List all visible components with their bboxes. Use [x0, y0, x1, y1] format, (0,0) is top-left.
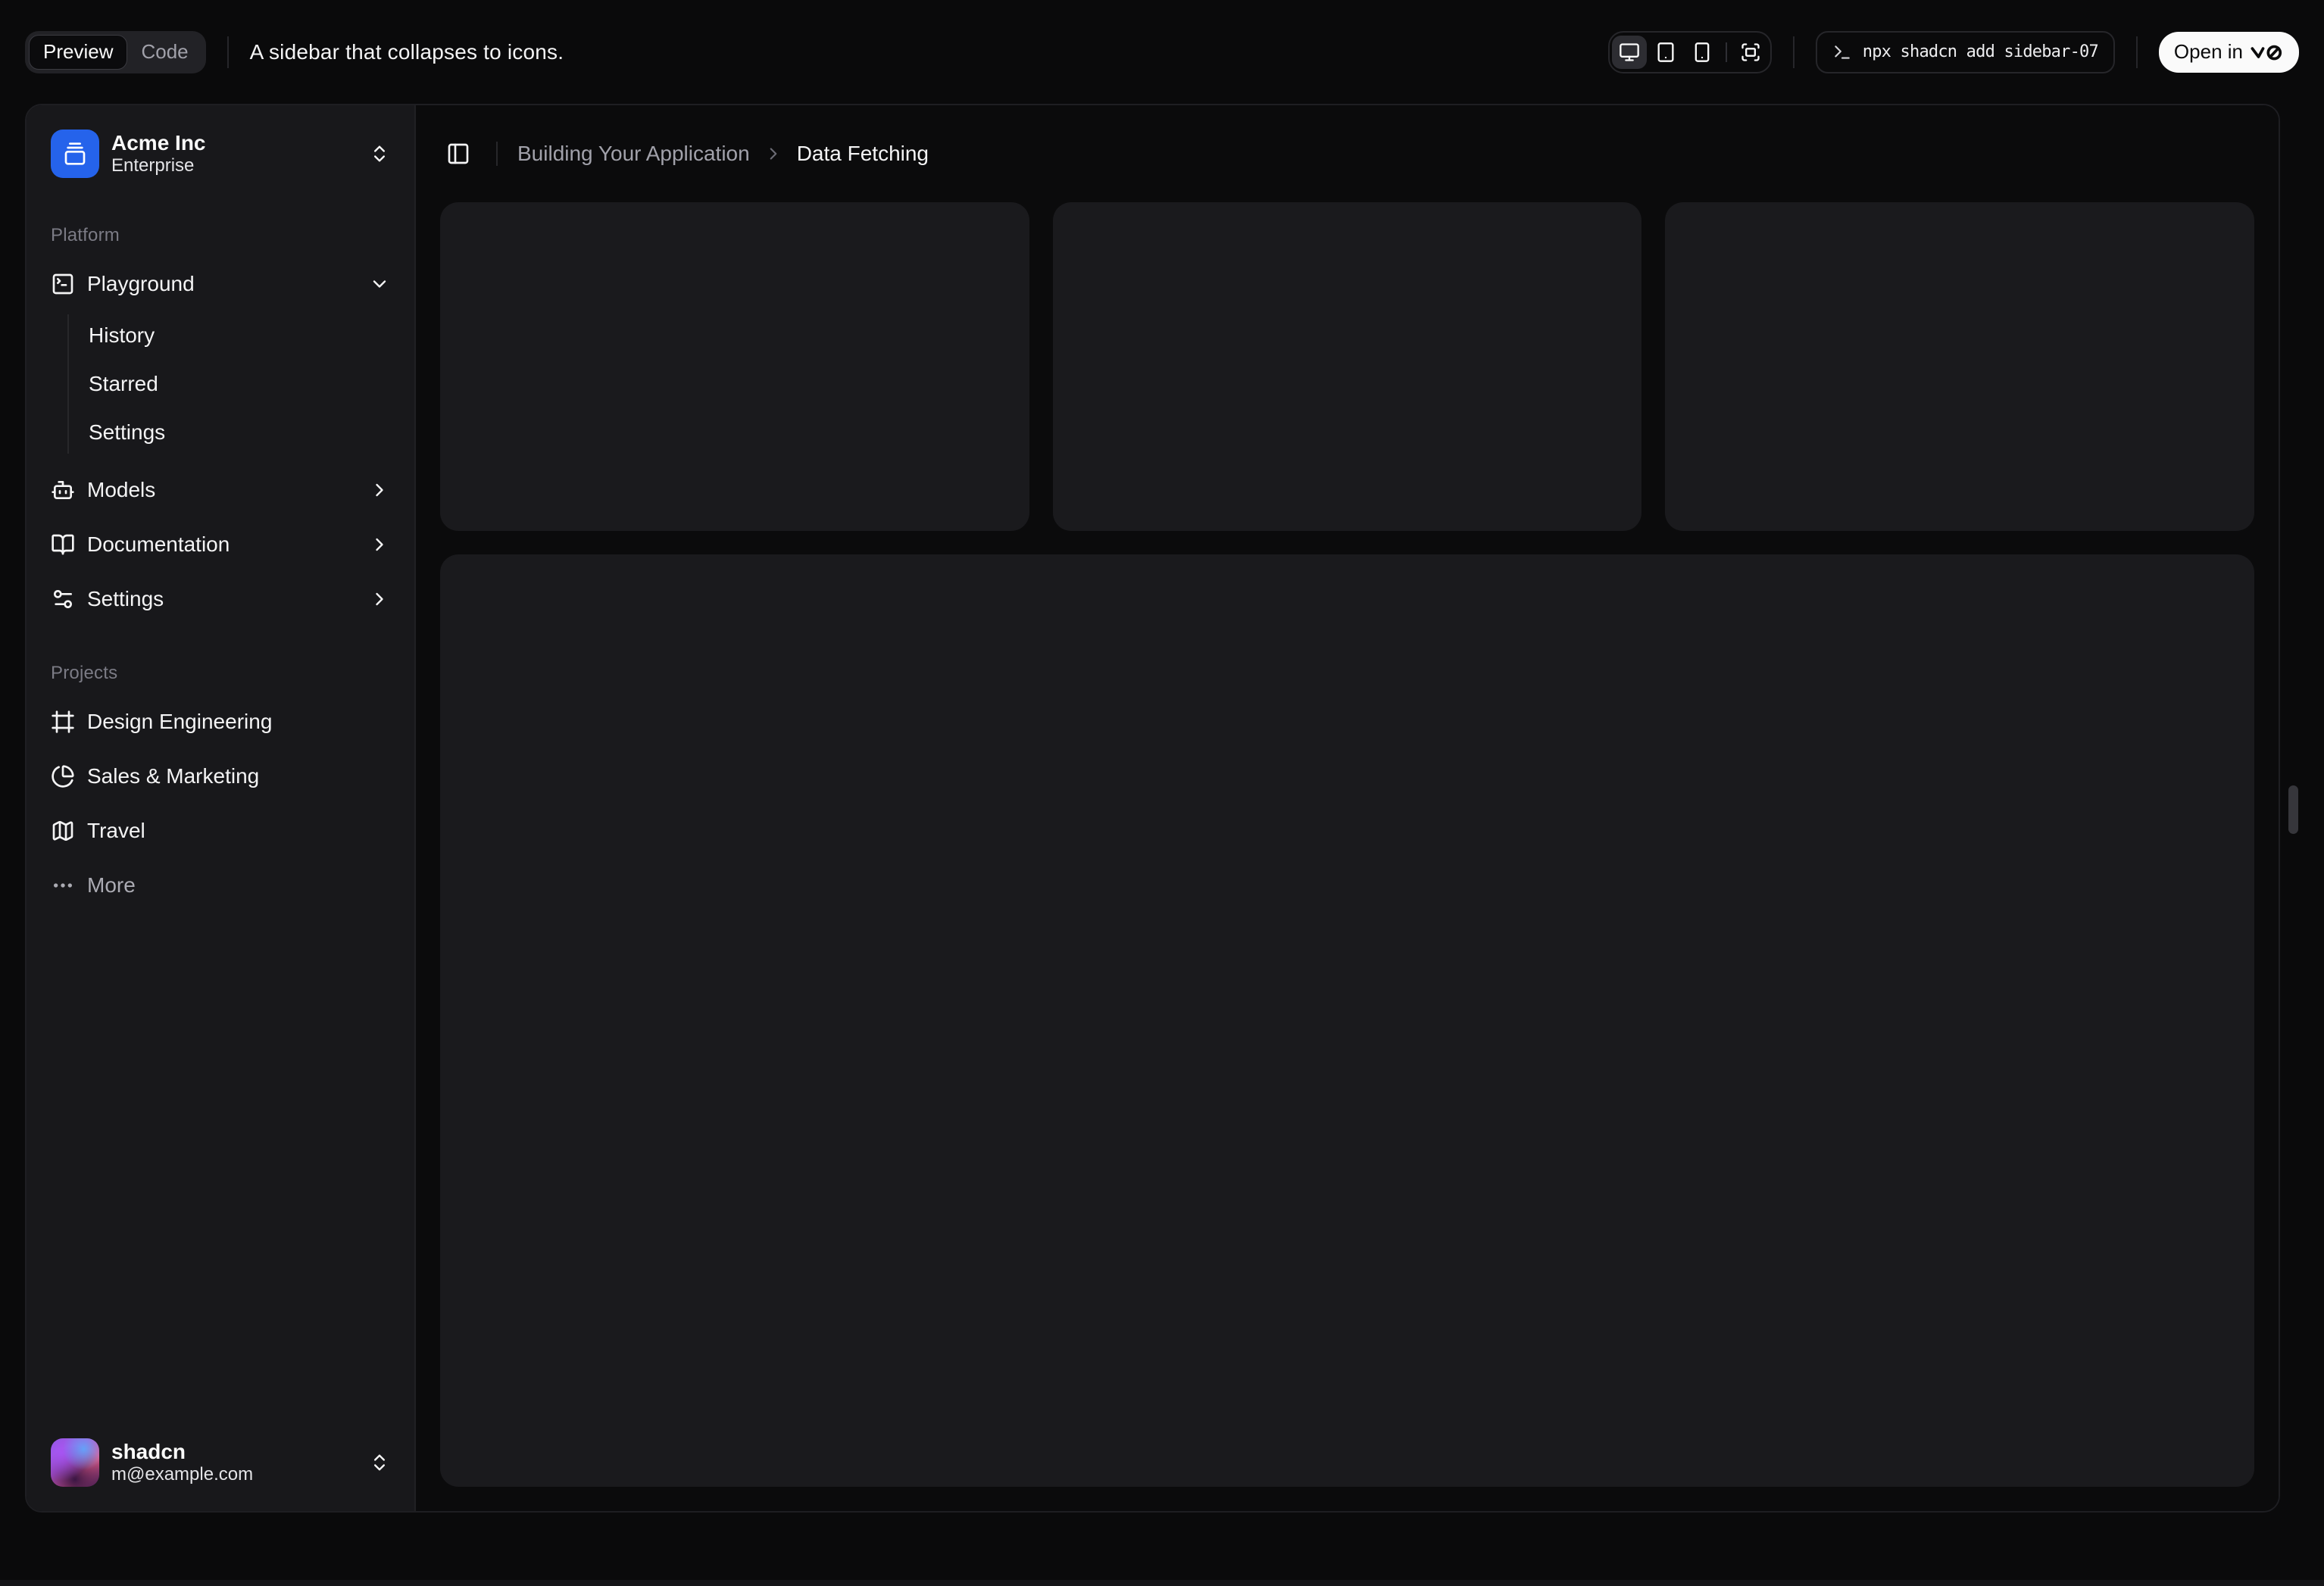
sidebar-subitem-starred[interactable]: Starred: [77, 363, 402, 405]
mobile-view-button[interactable]: [1685, 36, 1720, 69]
toolbar-separator: [1792, 36, 1795, 68]
sidebar-group-platform: Platform Playground History Starred Sett…: [39, 211, 402, 623]
code-tab[interactable]: Code: [127, 35, 201, 70]
placeholder-card: [1052, 202, 1642, 531]
tablet-view-button[interactable]: [1648, 36, 1683, 69]
fullscreen-icon: [1740, 42, 1761, 63]
device-size-toggle-group: [1607, 30, 1772, 73]
frame-icon: [51, 710, 75, 734]
chevron-right-icon: [369, 479, 390, 501]
avatar: [51, 1438, 99, 1487]
panel-left-icon: [446, 142, 470, 166]
team-name: Acme Inc: [111, 131, 206, 155]
group-label-platform: Platform: [51, 225, 120, 245]
monitor-icon: [1619, 42, 1640, 63]
chevrons-up-down-icon: [369, 1452, 390, 1473]
chart-pie-icon: [51, 764, 75, 788]
smartphone-icon: [1691, 42, 1713, 63]
gallery-vertical-end-icon: [63, 142, 87, 166]
device-group-separator: [1725, 42, 1727, 62]
view-mode-toggle: Preview Code: [25, 30, 206, 73]
block-description: A sidebar that collapses to icons.: [249, 39, 564, 64]
user-name: shadcn: [111, 1440, 186, 1464]
chevron-right-icon: [764, 144, 783, 164]
main-inset: Building Your Application Data Fetching: [416, 105, 2279, 1511]
component-preview: Acme Inc Enterprise Platform Playground: [25, 104, 2280, 1513]
sidebar-item-documentation[interactable]: Documentation: [39, 520, 402, 569]
sidebar-item-label: Sales & Marketing: [87, 764, 260, 788]
ellipsis-icon: [51, 873, 75, 898]
toolbar-right: npx shadcn add sidebar-07 Open in: [1607, 30, 2299, 73]
team-logo: [51, 130, 99, 178]
settings-2-icon: [51, 587, 75, 611]
sidebar-footer: shadcn m@example.com: [27, 1414, 414, 1511]
toolbar-separator: [2135, 36, 2138, 68]
toolbar-separator: [226, 36, 229, 68]
sidebar-header: Acme Inc Enterprise: [27, 105, 414, 190]
sidebar-group-projects: Projects Design Engineering Sales & Mark…: [39, 649, 402, 910]
sidebar-item-label: Models: [87, 478, 156, 501]
fullscreen-button[interactable]: [1733, 36, 1768, 69]
sidebar-item-label: Travel: [87, 819, 145, 842]
sidebar-item-design-engineering[interactable]: Design Engineering: [39, 698, 402, 746]
breadcrumb-current-page: Data Fetching: [796, 142, 929, 165]
sidebar-item-label: Settings: [87, 587, 164, 610]
sidebar-content: Platform Playground History Starred Sett…: [27, 190, 414, 1414]
team-plan: Enterprise: [111, 155, 195, 176]
copy-command-button[interactable]: npx shadcn add sidebar-07: [1815, 30, 2115, 73]
team-info: Acme Inc Enterprise: [111, 130, 206, 176]
command-text: npx shadcn add sidebar-07: [1862, 42, 2099, 61]
chevron-down-icon: [369, 273, 390, 295]
chevrons-up-down-icon: [369, 143, 390, 164]
page-bottom-edge: [0, 1580, 2324, 1586]
chevron-right-icon: [369, 534, 390, 555]
chevron-right-icon: [369, 589, 390, 610]
sidebar-item-playground[interactable]: Playground: [39, 260, 402, 308]
sidebar-item-sales-marketing[interactable]: Sales & Marketing: [39, 752, 402, 801]
placeholder-cards-row: [440, 202, 2254, 531]
v0-logo-icon: [2251, 43, 2284, 61]
placeholder-panel: [440, 554, 2254, 1487]
sidebar-item-models[interactable]: Models: [39, 466, 402, 514]
main-header: Building Your Application Data Fetching: [416, 105, 2279, 202]
bot-icon: [51, 478, 75, 502]
book-open-icon: [51, 532, 75, 557]
open-in-v0-button[interactable]: Open in: [2158, 31, 2299, 73]
sidebar-item-label: Playground: [87, 272, 195, 295]
page-scrollbar-thumb[interactable]: [2288, 785, 2298, 834]
user-email: m@example.com: [111, 1464, 254, 1485]
placeholder-card: [440, 202, 1029, 531]
header-separator: [496, 142, 498, 166]
sidebar-item-settings[interactable]: Settings: [39, 575, 402, 623]
desktop-view-button[interactable]: [1611, 35, 1647, 69]
playground-submenu: History Starred Settings: [67, 314, 402, 454]
user-info: shadcn m@example.com: [111, 1439, 253, 1485]
sidebar-subitem-history[interactable]: History: [77, 314, 402, 357]
square-terminal-icon: [51, 272, 75, 296]
main-content: [416, 202, 2279, 1511]
app-sidebar: Acme Inc Enterprise Platform Playground: [27, 105, 416, 1511]
placeholder-card: [1665, 202, 2254, 531]
breadcrumb-link[interactable]: Building Your Application: [517, 142, 750, 166]
sidebar-subitem-settings[interactable]: Settings: [77, 411, 402, 454]
user-menu[interactable]: shadcn m@example.com: [39, 1426, 402, 1499]
map-icon: [51, 819, 75, 843]
sidebar-item-travel[interactable]: Travel: [39, 807, 402, 855]
sidebar-item-more[interactable]: More: [39, 861, 402, 910]
preview-tab[interactable]: Preview: [29, 34, 128, 70]
terminal-icon: [1832, 42, 1852, 62]
team-switcher[interactable]: Acme Inc Enterprise: [39, 117, 402, 190]
sidebar-item-label: Design Engineering: [87, 710, 273, 733]
breadcrumb: Building Your Application Data Fetching: [517, 142, 929, 166]
sidebar-item-label: Documentation: [87, 532, 230, 556]
group-label-projects: Projects: [51, 663, 118, 683]
sidebar-item-label: More: [87, 873, 136, 897]
open-in-v0-label: Open in: [2173, 40, 2243, 63]
sidebar-toggle-button[interactable]: [440, 136, 476, 172]
block-toolbar: Preview Code A sidebar that collapses to…: [0, 0, 2324, 104]
tablet-icon: [1655, 42, 1676, 63]
